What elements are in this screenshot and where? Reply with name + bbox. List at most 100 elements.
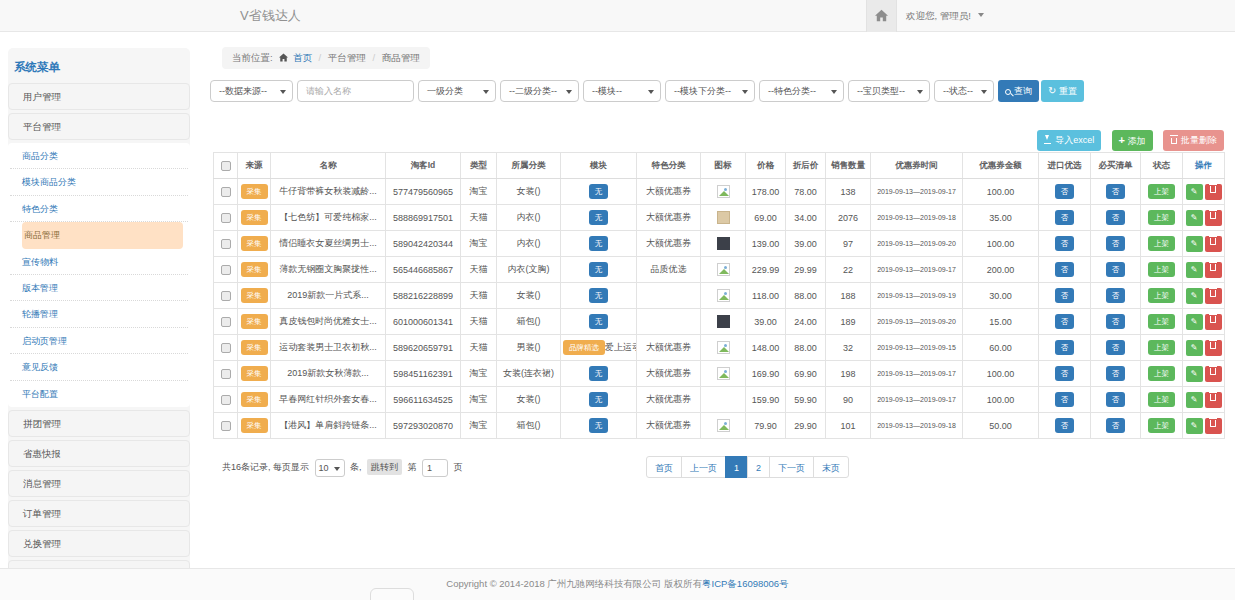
delete-button[interactable]: [1205, 418, 1222, 434]
sidebar-subitem-宣传物料[interactable]: 宣传物料: [10, 249, 188, 275]
row-checkbox[interactable]: [221, 343, 231, 353]
must-buy-badge[interactable]: 否: [1106, 392, 1126, 407]
filter-select-3[interactable]: --模块--: [583, 80, 661, 102]
status-badge[interactable]: 上架: [1148, 366, 1175, 381]
row-checkbox[interactable]: [221, 265, 231, 275]
imported-badge[interactable]: 否: [1055, 392, 1075, 407]
home-button[interactable]: [866, 0, 897, 32]
sidebar-subitem-启动页管理[interactable]: 启动页管理: [10, 328, 188, 354]
sidebar-subitem-模块商品分类[interactable]: 模块商品分类: [10, 169, 188, 195]
filter-select-4[interactable]: --模块下分类--: [665, 80, 755, 102]
edit-button[interactable]: ✎: [1186, 184, 1203, 200]
name-search-input[interactable]: 请输入名称: [297, 80, 414, 102]
sidebar-subitem-商品分类[interactable]: 商品分类: [10, 143, 188, 169]
sidebar-subitem-特色分类[interactable]: 特色分类: [10, 196, 188, 222]
page-button-下一页[interactable]: 下一页: [769, 456, 814, 478]
sidebar-item-兑换管理[interactable]: 兑换管理: [8, 530, 190, 557]
row-checkbox[interactable]: [221, 421, 231, 431]
breadcrumb-home-link[interactable]: 首页: [293, 52, 312, 63]
sidebar-subitem-轮播管理[interactable]: 轮播管理: [10, 301, 188, 327]
must-buy-badge[interactable]: 否: [1106, 288, 1126, 303]
imported-badge[interactable]: 否: [1055, 288, 1075, 303]
filter-select-0[interactable]: --数据来源--: [210, 80, 293, 102]
sidebar-item-平台管理[interactable]: 平台管理: [8, 113, 190, 140]
status-badge[interactable]: 上架: [1148, 340, 1175, 355]
must-buy-badge[interactable]: 否: [1106, 314, 1126, 329]
status-badge[interactable]: 上架: [1148, 262, 1175, 277]
icp-link[interactable]: 粤ICP备16098006号: [702, 578, 789, 589]
sidebar-item-订单管理[interactable]: 订单管理: [8, 500, 190, 527]
page-button-2[interactable]: 2: [747, 456, 770, 478]
row-checkbox[interactable]: [221, 369, 231, 379]
page-number-input[interactable]: 1: [422, 459, 448, 477]
breadcrumb-item-platform[interactable]: 平台管理: [328, 52, 366, 63]
sidebar-item-拼团管理[interactable]: 拼团管理: [8, 410, 190, 437]
delete-button[interactable]: [1205, 314, 1222, 330]
must-buy-badge[interactable]: 否: [1106, 340, 1126, 355]
sidebar-subitem-商品管理[interactable]: 商品管理: [22, 222, 183, 248]
page-button-1[interactable]: 1: [725, 456, 748, 478]
delete-button[interactable]: [1205, 288, 1222, 304]
sidebar-item-消息管理[interactable]: 消息管理: [8, 470, 190, 497]
jump-button[interactable]: 跳转到: [367, 459, 402, 475]
user-menu[interactable]: 欢迎您, 管理员!: [906, 0, 984, 32]
filter-select-5[interactable]: --特色分类--: [759, 80, 844, 102]
import-excel-button[interactable]: 导入excel: [1037, 130, 1101, 151]
edit-button[interactable]: ✎: [1186, 288, 1203, 304]
sidebar-subitem-平台配置[interactable]: 平台配置: [10, 381, 188, 407]
batch-delete-button[interactable]: 批量删除: [1163, 130, 1224, 151]
add-button[interactable]: + 添加: [1112, 130, 1153, 151]
edit-button[interactable]: ✎: [1186, 314, 1203, 330]
status-badge[interactable]: 上架: [1148, 288, 1175, 303]
edit-button[interactable]: ✎: [1186, 340, 1203, 356]
delete-button[interactable]: [1205, 236, 1222, 252]
status-badge[interactable]: 上架: [1148, 314, 1175, 329]
page-button-末页[interactable]: 末页: [813, 456, 849, 478]
must-buy-badge[interactable]: 否: [1106, 262, 1126, 277]
filter-select-2[interactable]: --二级分类--: [500, 80, 579, 102]
edit-button[interactable]: ✎: [1186, 418, 1203, 434]
row-checkbox[interactable]: [221, 395, 231, 405]
per-page-select[interactable]: 10: [315, 459, 345, 477]
row-checkbox[interactable]: [221, 239, 231, 249]
sidebar-item-省惠快报[interactable]: 省惠快报: [8, 440, 190, 467]
imported-badge[interactable]: 否: [1055, 418, 1075, 433]
search-button[interactable]: 查询: [998, 80, 1039, 102]
must-buy-badge[interactable]: 否: [1106, 366, 1126, 381]
imported-badge[interactable]: 否: [1055, 366, 1075, 381]
delete-button[interactable]: [1205, 210, 1222, 226]
imported-badge[interactable]: 否: [1055, 262, 1075, 277]
edit-button[interactable]: ✎: [1186, 210, 1203, 226]
row-checkbox[interactable]: [221, 317, 231, 327]
edit-button[interactable]: ✎: [1186, 366, 1203, 382]
select-all-checkbox[interactable]: [221, 161, 231, 171]
delete-button[interactable]: [1205, 392, 1222, 408]
delete-button[interactable]: [1205, 340, 1222, 356]
must-buy-badge[interactable]: 否: [1106, 210, 1126, 225]
page-button-首页[interactable]: 首页: [646, 456, 682, 478]
delete-button[interactable]: [1205, 184, 1222, 200]
delete-button[interactable]: [1205, 366, 1222, 382]
sidebar-subitem-版本管理[interactable]: 版本管理: [10, 275, 188, 301]
row-checkbox[interactable]: [221, 187, 231, 197]
sidebar-subitem-意见反馈[interactable]: 意见反馈: [10, 354, 188, 380]
imported-badge[interactable]: 否: [1055, 210, 1075, 225]
status-badge[interactable]: 上架: [1148, 184, 1175, 199]
must-buy-badge[interactable]: 否: [1106, 184, 1126, 199]
reset-button[interactable]: ↻ 重置: [1041, 80, 1084, 102]
edit-button[interactable]: ✎: [1186, 262, 1203, 278]
imported-badge[interactable]: 否: [1055, 314, 1075, 329]
filter-select-1[interactable]: 一级分类: [418, 80, 496, 102]
edit-button[interactable]: ✎: [1186, 236, 1203, 252]
filter-select-7[interactable]: --状态--: [934, 80, 994, 102]
imported-badge[interactable]: 否: [1055, 236, 1075, 251]
must-buy-badge[interactable]: 否: [1106, 418, 1126, 433]
page-button-上一页[interactable]: 上一页: [681, 456, 726, 478]
status-badge[interactable]: 上架: [1148, 418, 1175, 433]
imported-badge[interactable]: 否: [1055, 340, 1075, 355]
imported-badge[interactable]: 否: [1055, 184, 1075, 199]
row-checkbox[interactable]: [221, 213, 231, 223]
must-buy-badge[interactable]: 否: [1106, 236, 1126, 251]
sidebar-item-用户管理[interactable]: 用户管理: [8, 83, 190, 110]
status-badge[interactable]: 上架: [1148, 392, 1175, 407]
